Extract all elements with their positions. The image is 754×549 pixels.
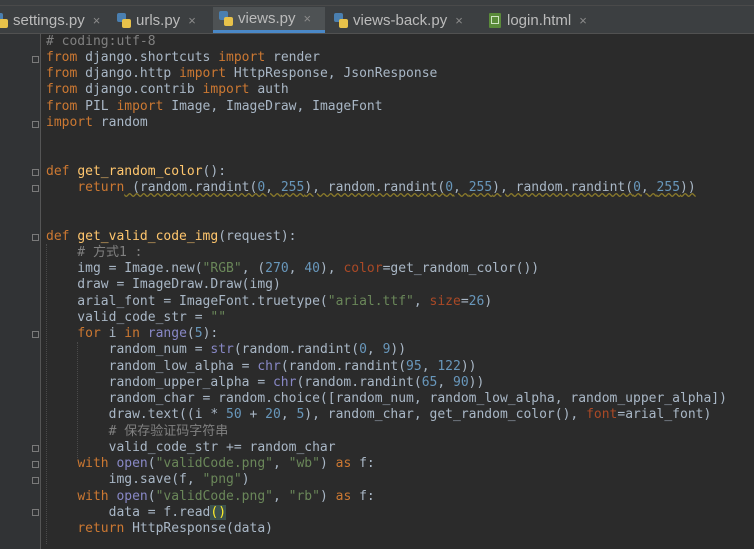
code-line: data = f.read() <box>46 505 227 520</box>
code-line: import random <box>46 115 148 130</box>
fold-toggle-icon[interactable] <box>32 331 39 338</box>
fold-toggle-icon[interactable] <box>32 445 39 452</box>
code-line: return (random.randint(0, 255), random.r… <box>77 180 696 195</box>
tab-label: settings.py <box>13 11 85 29</box>
fold-toggle-icon[interactable] <box>32 56 39 63</box>
code-line: return HttpResponse(data) <box>77 521 273 536</box>
code-line: from PIL import Image, ImageDraw, ImageF… <box>46 99 383 114</box>
code-line: random_char = random.choice([random_num,… <box>46 391 727 406</box>
fold-toggle-icon[interactable] <box>32 234 39 241</box>
tab-label: urls.py <box>136 11 181 29</box>
code-line: with open("validCode.png", "wb") as f: <box>77 456 375 471</box>
html-file-icon <box>488 12 502 28</box>
python-file-icon <box>334 12 348 28</box>
gutter-separator <box>40 34 41 549</box>
python-file-icon <box>0 12 8 28</box>
fold-toggle-icon[interactable] <box>32 461 39 468</box>
tab-label: views-back.py <box>353 11 448 29</box>
line-gutter <box>0 34 40 549</box>
tab-views-back-py[interactable]: views-back.py × <box>334 7 474 33</box>
code-line: for i in range(5): <box>77 326 219 341</box>
code-line: img.save(f, "png") <box>46 472 250 487</box>
close-icon[interactable]: × <box>304 11 312 26</box>
code-line: # coding:utf-8 <box>46 34 156 50</box>
code-line: random_low_alpha = chr(random.randint(95… <box>46 359 477 374</box>
tab-settings-py[interactable]: settings.py × <box>0 7 104 33</box>
code-line: from django.http import HttpResponse, Js… <box>46 66 438 81</box>
ide-window: settings.py × urls.py × views.py × views… <box>0 0 754 549</box>
code-line: from django.shortcuts import render <box>46 50 320 65</box>
comment: # coding:utf-8 <box>46 34 156 49</box>
close-icon[interactable]: × <box>188 13 196 28</box>
fold-toggle-icon[interactable] <box>32 477 39 484</box>
code-line: # 方式1 : <box>46 245 143 260</box>
matched-paren: ) <box>218 505 227 520</box>
code-line: def get_valid_code_img(request): <box>46 229 297 244</box>
tab-label: views.py <box>238 10 296 27</box>
close-icon[interactable]: × <box>579 13 587 28</box>
top-strip <box>0 0 754 6</box>
code-line: random_num = str(random.randint(0, 9)) <box>46 342 407 357</box>
code-line: draw.text((i * 50 + 20, 5), random_char,… <box>46 407 712 422</box>
code-line: valid_code_str = "" <box>46 310 227 325</box>
tab-urls-py[interactable]: urls.py × <box>117 7 207 33</box>
fold-toggle-icon[interactable] <box>32 169 39 176</box>
tab-views-py[interactable]: views.py × <box>213 7 325 33</box>
code-line: from django.contrib import auth <box>46 82 289 97</box>
python-file-icon <box>117 12 131 28</box>
code-line: arial_font = ImageFont.truetype("arial.t… <box>46 294 493 309</box>
code-line: # 保存验证码字符串 <box>46 424 229 439</box>
python-file-icon <box>219 11 233 26</box>
close-icon[interactable]: × <box>93 13 101 28</box>
close-icon[interactable]: × <box>455 13 463 28</box>
code-line: valid_code_str += random_char <box>46 440 336 455</box>
editor-tab-bar: settings.py × urls.py × views.py × views… <box>0 0 754 34</box>
tab-login-html[interactable]: login.html × <box>488 7 603 33</box>
fold-toggle-icon[interactable] <box>32 185 39 192</box>
fold-toggle-icon[interactable] <box>32 509 39 516</box>
fold-toggle-icon[interactable] <box>32 121 39 128</box>
tab-label: login.html <box>507 11 572 29</box>
code-line: img = Image.new("RGB", (270, 40), color=… <box>46 261 540 276</box>
code-line: random_upper_alpha = chr(random.randint(… <box>46 375 485 390</box>
code-line: with open("validCode.png", "rb") as f: <box>77 489 375 504</box>
code-line: def get_random_color(): <box>46 164 227 179</box>
code-line: draw = ImageDraw.Draw(img) <box>46 277 281 292</box>
